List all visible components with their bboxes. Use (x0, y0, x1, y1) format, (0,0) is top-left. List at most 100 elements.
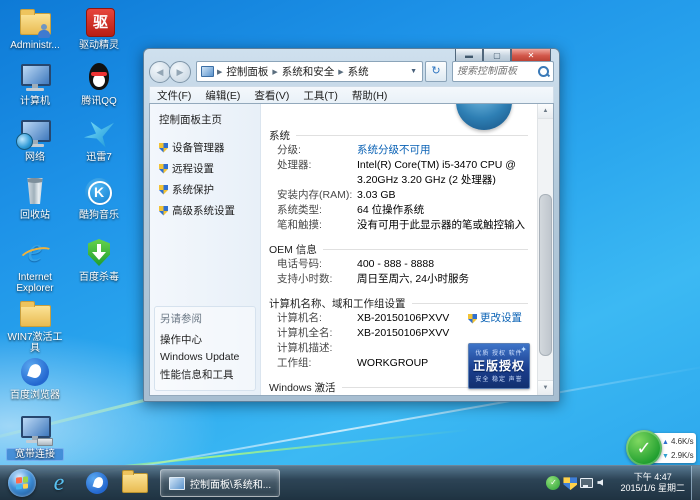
taskbar-baidu-browser-icon[interactable] (82, 470, 112, 496)
icon-label: 酷狗音乐 (70, 210, 128, 221)
change-settings-link[interactable]: 更改设置 (480, 311, 522, 326)
sidebar-item-label: 系统保护 (172, 182, 214, 197)
sidebar-item-label: 远程设置 (172, 161, 214, 176)
breadcrumb-system[interactable]: 系统 (345, 64, 372, 79)
tray-network-icon[interactable] (580, 476, 594, 490)
tray-security-check-icon[interactable]: ✓ (546, 476, 560, 490)
breadcrumb-separator: ▶ (216, 68, 223, 76)
computer-icon (169, 477, 185, 490)
system-control-panel-window: ▬ ▢ ✕ ◀ ▶ ▶ 控制面板 ▶ 系统和安全 ▶ 系统 ▼ ↻ (143, 48, 560, 402)
sidebar-item-label: 设备管理器 (172, 140, 225, 155)
search-box[interactable] (452, 61, 554, 82)
icon-label: 迅雷7 (70, 152, 128, 163)
desktop-icon-administrator[interactable]: Administr... (6, 6, 64, 51)
row-processor: 处理器: Intel(R) Core(TM) i5-3470 CPU @ 3.2… (277, 158, 528, 188)
main-content: 系统 分级: 系统分级不可用 处理器: Intel(R) Core(TM) i5… (261, 104, 553, 395)
breadcrumb-separator: ▶ (337, 68, 344, 76)
search-input[interactable] (453, 66, 537, 77)
tray-action-center-icon[interactable] (563, 476, 577, 490)
menu-bar: 文件(F) 编辑(E) 查看(V) 工具(T) 帮助(H) (149, 86, 554, 104)
breadcrumb-system-security[interactable]: 系统和安全 (279, 64, 338, 79)
qq-icon (82, 62, 116, 94)
show-desktop-button[interactable] (691, 466, 700, 500)
uac-shield-icon (159, 206, 168, 216)
rating-unavailable-link[interactable]: 系统分级不可用 (357, 143, 431, 158)
desktop-icon-win7-activator[interactable]: WIN7激活工具 (6, 298, 64, 354)
sidebar-item-device-manager[interactable]: 设备管理器 (150, 137, 260, 158)
scroll-down-arrow[interactable]: ▼ (538, 380, 553, 395)
desktop-icon-qq[interactable]: 腾讯QQ (70, 62, 128, 107)
qudongjingling-icon: 驱 (82, 6, 116, 38)
download-arrow-icon: ▼ (662, 453, 669, 460)
desktop-icon-baidu-antivirus[interactable]: 百度杀毒 (70, 238, 128, 283)
tray-volume-icon[interactable] (597, 476, 611, 490)
computer-icon (18, 62, 52, 94)
scroll-up-arrow[interactable]: ▲ (538, 104, 553, 119)
section-header-system: 系统 (269, 128, 528, 143)
kugou-icon (82, 176, 116, 208)
desktop: Administr... 计算机 网络 回收站 e Internet Explo… (0, 0, 700, 500)
desktop-icon-baidu-browser[interactable]: 百度浏览器 (6, 356, 64, 401)
taskbar-button-control-panel[interactable]: 控制面板\系统和... (160, 469, 280, 497)
sidebar-item-action-center[interactable]: 操作中心 (160, 330, 255, 349)
desktop-icon-network[interactable]: 网络 (6, 118, 64, 163)
content-scroll-area: 系统 分级: 系统分级不可用 处理器: Intel(R) Core(TM) i5… (261, 104, 538, 395)
desktop-icon-xunlei[interactable]: 迅雷7 (70, 118, 128, 163)
breadcrumb-control-panel[interactable]: 控制面板 (223, 64, 271, 79)
menu-edit[interactable]: 编辑(E) (198, 88, 247, 103)
desktop-icon-computer[interactable]: 计算机 (6, 62, 64, 107)
sidebar-item-performance-tools[interactable]: 性能信息和工具 (160, 365, 255, 384)
address-dropdown-icon[interactable]: ▼ (407, 68, 420, 75)
icon-label: 腾讯QQ (70, 96, 128, 107)
taskbar-clock[interactable]: 下午 4:47 2015/1/6 星期二 (614, 472, 691, 494)
xunlei-icon (82, 118, 116, 150)
change-settings[interactable]: 更改设置 (468, 311, 522, 326)
menu-view[interactable]: 查看(V) (247, 88, 296, 103)
icon-label: Administr... (6, 40, 64, 51)
icon-label: 宽带连接 (6, 448, 64, 461)
scrollbar-thumb[interactable] (539, 194, 552, 356)
navigation-bar: ◀ ▶ ▶ 控制面板 ▶ 系统和安全 ▶ 系统 ▼ ↻ (149, 60, 554, 83)
window-body: 控制面板主页 设备管理器 远程设置 系统保护 高级系统设置 (149, 103, 554, 396)
see-also-box: 另请参阅 操作中心 Windows Update 性能信息和工具 (154, 306, 256, 391)
uac-shield-icon (159, 143, 168, 153)
start-button[interactable] (8, 469, 36, 497)
sidebar-item-windows-update[interactable]: Windows Update (160, 349, 255, 365)
download-speed: 2.9K/s (671, 451, 694, 460)
desktop-icon-qudongjingling[interactable]: 驱 驱动精灵 (70, 6, 128, 51)
vertical-scrollbar[interactable]: ▲ ▼ (537, 104, 553, 395)
desktop-icon-kugou[interactable]: 酷狗音乐 (70, 176, 128, 221)
forward-button[interactable]: ▶ (169, 61, 191, 83)
learn-more-online-link[interactable]: 联机了解更多内容... (442, 392, 530, 395)
taskbar-explorer-icon[interactable] (120, 470, 150, 496)
refresh-button[interactable]: ↻ (425, 61, 447, 82)
see-also-header: 另请参阅 (160, 311, 255, 326)
network-speed-widget[interactable]: ▲4.6K/s ▼2.9K/s ✓ (626, 432, 696, 464)
icon-label: WIN7激活工具 (6, 332, 64, 354)
desktop-icon-internet-explorer[interactable]: e Internet Explorer (6, 238, 64, 294)
security-check-ball[interactable]: ✓ (626, 430, 662, 466)
row-computer-name: 计算机名: XB-20150106PXVV 更改设置 (277, 311, 528, 326)
baidu-antivirus-icon (82, 238, 116, 270)
sidebar-item-remote-settings[interactable]: 远程设置 (150, 158, 260, 179)
upload-arrow-icon: ▲ (662, 439, 669, 446)
sidebar-item-advanced-system-settings[interactable]: 高级系统设置 (150, 200, 260, 221)
sidebar-item-control-panel-home[interactable]: 控制面板主页 (150, 104, 260, 137)
menu-file[interactable]: 文件(F) (150, 88, 198, 103)
upload-speed: 4.6K/s (671, 437, 694, 446)
section-header-oem: OEM 信息 (269, 242, 528, 257)
sparkle-icon: ✦ (520, 345, 527, 354)
row-computer-full-name: 计算机全名: XB-20150106PXVV (277, 326, 528, 341)
address-bar[interactable]: ▶ 控制面板 ▶ 系统和安全 ▶ 系统 ▼ (196, 61, 423, 82)
row-support-hours: 支持小时数: 周日至周六, 24小时服务 (277, 272, 528, 287)
genuine-license-badge[interactable]: 优质 授权 软件 正版授权 安全 稳定 声誉 ✦ (468, 343, 530, 389)
clock-time: 下午 4:47 (620, 472, 685, 483)
menu-tools[interactable]: 工具(T) (296, 88, 344, 103)
taskbar-ie-icon[interactable]: e (44, 470, 74, 496)
uac-shield-icon (468, 314, 477, 324)
menu-help[interactable]: 帮助(H) (345, 88, 395, 103)
desktop-icon-recycle-bin[interactable]: 回收站 (6, 176, 64, 221)
back-button[interactable]: ◀ (149, 61, 171, 83)
sidebar-item-system-protection[interactable]: 系统保护 (150, 179, 260, 200)
desktop-icon-broadband[interactable]: 宽带连接 (6, 414, 64, 461)
